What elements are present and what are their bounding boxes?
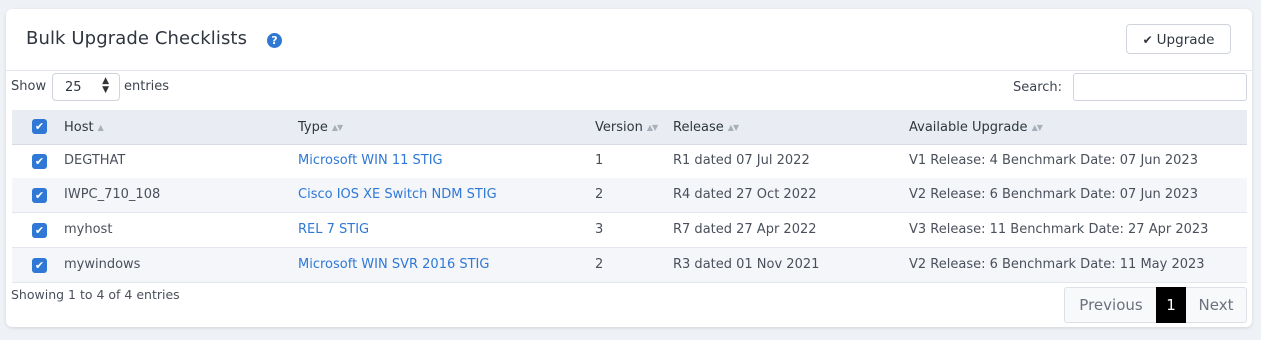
sort-icon: ▲▼: [727, 123, 739, 132]
column-label: Available Upgrade: [909, 120, 1028, 135]
page-title: Bulk Upgrade Checklists: [26, 28, 248, 49]
release-cell: R4 dated 27 Oct 2022: [673, 187, 817, 202]
column-header-type[interactable]: Type ▲▼: [298, 120, 343, 135]
show-label: Show: [11, 79, 47, 94]
sort-icon: ▲▼: [331, 123, 343, 132]
column-header-version[interactable]: Version ▲▼: [595, 120, 658, 135]
release-cell: R3 dated 01 Nov 2021: [673, 257, 820, 272]
table-row: ✔ mywindows Microsoft WIN SVR 2016 STIG …: [12, 248, 1247, 283]
row-checkbox[interactable]: ✔: [32, 258, 47, 273]
version-cell: 1: [595, 153, 604, 168]
entries-per-page-select[interactable]: 25 ▲ ▼: [52, 73, 120, 101]
host-cell: mywindows: [64, 257, 141, 272]
previous-page-button[interactable]: Previous: [1065, 288, 1157, 322]
version-cell: 2: [595, 257, 604, 272]
question-circle-icon[interactable]: ?: [267, 33, 282, 48]
host-cell: myhost: [64, 222, 113, 237]
upgrade-button[interactable]: ✔ Upgrade: [1126, 24, 1231, 54]
host-cell: IWPC_710_108: [64, 187, 161, 202]
check-icon: ✔: [1142, 33, 1153, 47]
column-header-available-upgrade[interactable]: Available Upgrade ▲▼: [909, 120, 1043, 135]
available-upgrade-cell: V1 Release: 4 Benchmark Date: 07 Jun 202…: [909, 153, 1198, 168]
row-checkbox[interactable]: ✔: [32, 188, 47, 203]
table-header: ✔ Host ▲ Type ▲▼ Version ▲▼ Release ▲▼ Avail…: [12, 110, 1247, 145]
sort-asc-icon: ▲: [97, 123, 104, 132]
column-label: Release: [673, 120, 724, 135]
host-cell: DEGTHAT: [64, 153, 126, 168]
type-link[interactable]: REL 7 STIG: [298, 222, 369, 237]
table-info: Showing 1 to 4 of 4 entries: [11, 287, 180, 302]
sort-icon: ▲▼: [1031, 123, 1043, 132]
row-checkbox[interactable]: ✔: [32, 154, 47, 169]
column-label: Type: [298, 120, 328, 135]
type-link[interactable]: Microsoft WIN 11 STIG: [298, 153, 443, 168]
available-upgrade-cell: V2 Release: 6 Benchmark Date: 11 May 202…: [909, 257, 1205, 272]
release-cell: R7 dated 27 Apr 2022: [673, 222, 817, 237]
column-header-release[interactable]: Release ▲▼: [673, 120, 739, 135]
table-row: ✔ DEGTHAT Microsoft WIN 11 STIG 1 R1 dat…: [12, 144, 1247, 179]
search-label: Search:: [1013, 80, 1063, 95]
type-link[interactable]: Cisco IOS XE Switch NDM STIG: [298, 187, 497, 202]
column-header-host[interactable]: Host ▲: [64, 120, 104, 135]
available-upgrade-cell: V2 Release: 6 Benchmark Date: 07 Jun 202…: [909, 187, 1198, 202]
column-label: Version: [595, 120, 643, 135]
table-row: ✔ IWPC_710_108 Cisco IOS XE Switch NDM S…: [12, 178, 1247, 213]
page-1-button[interactable]: 1: [1156, 287, 1186, 323]
next-page-button[interactable]: Next: [1186, 288, 1246, 322]
release-cell: R1 dated 07 Jul 2022: [673, 153, 810, 168]
table-row: ✔ myhost REL 7 STIG 3 R7 dated 27 Apr 20…: [12, 213, 1247, 248]
select-arrows-icon: ▲ ▼: [102, 76, 109, 95]
sort-icon: ▲▼: [646, 123, 658, 132]
version-cell: 3: [595, 222, 604, 237]
select-all-checkbox[interactable]: ✔: [32, 119, 47, 134]
entries-select-value: 25: [65, 80, 82, 95]
search-input[interactable]: [1073, 73, 1247, 101]
entries-label: entries: [124, 79, 170, 94]
version-cell: 2: [595, 187, 604, 202]
column-label: Host: [64, 120, 94, 135]
pagination: Previous 1 Next: [1064, 287, 1247, 323]
row-checkbox[interactable]: ✔: [32, 223, 47, 238]
type-link[interactable]: Microsoft WIN SVR 2016 STIG: [298, 257, 489, 272]
bulk-upgrade-card: Bulk Upgrade Checklists ? ✔ Upgrade Show …: [6, 9, 1252, 327]
available-upgrade-cell: V3 Release: 11 Benchmark Date: 27 Apr 20…: [909, 222, 1209, 237]
upgrade-button-label: Upgrade: [1156, 32, 1215, 48]
card-header: Bulk Upgrade Checklists ? ✔ Upgrade: [6, 9, 1252, 71]
